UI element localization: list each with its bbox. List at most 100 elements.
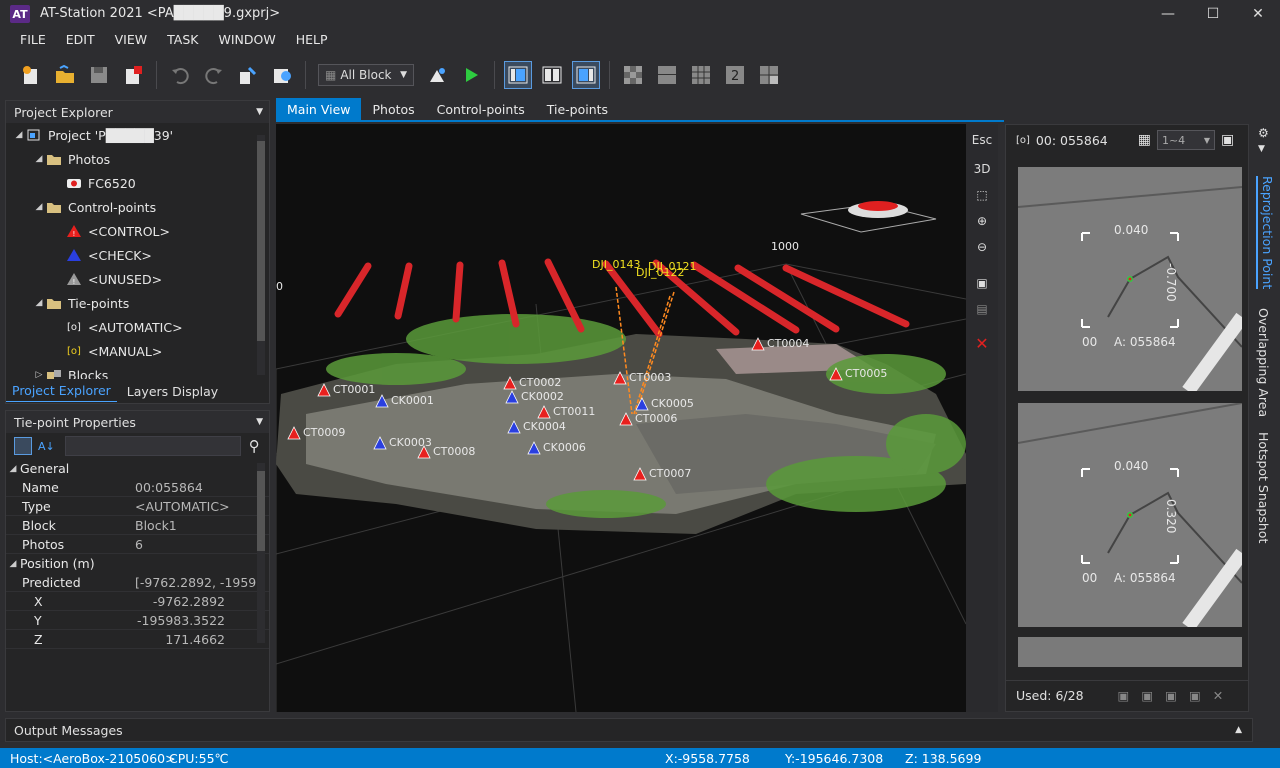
prop-row[interactable]: Z 171.4662 xyxy=(6,630,269,649)
tab-main-view[interactable]: Main View xyxy=(276,98,362,120)
menu-file[interactable]: FILE xyxy=(10,28,56,52)
add-tiepoint-icon[interactable]: ▣ xyxy=(966,270,998,296)
delete-icon[interactable]: ✕ xyxy=(966,330,998,356)
tree-item[interactable]: [o] <MANUAL> xyxy=(6,339,269,363)
3d-viewport[interactable]: 1000 0 DJI_0143 DJI_0121 DJI_0122 CT0001… xyxy=(276,124,966,712)
aerotriangulation-icon[interactable] xyxy=(423,61,451,89)
chevron-up-icon[interactable]: ▲ xyxy=(1235,725,1242,735)
reject-point-icon[interactable]: ▣ xyxy=(1141,688,1165,703)
tree-item[interactable]: ◢ Tie-points xyxy=(6,291,269,315)
layout-right-panel-button[interactable] xyxy=(572,61,600,89)
photo-label[interactable]: DJI_0122 xyxy=(636,266,684,279)
menu-help[interactable]: HELP xyxy=(286,28,338,52)
expanded-arrow-icon[interactable]: ◢ xyxy=(32,298,46,308)
category-general[interactable]: ◢ General xyxy=(6,459,269,478)
photo-thumbnail[interactable]: 0.040 0.320 00 A: 055864 xyxy=(1018,403,1242,627)
tree-item[interactable]: ◢ Control-points xyxy=(6,195,269,219)
collapsed-arrow-icon[interactable]: ▷ xyxy=(32,370,46,379)
tree-item[interactable]: ◢ Photos xyxy=(6,147,269,171)
tab-overlapping-area[interactable]: Overlapping Area xyxy=(1256,308,1271,417)
minimize-icon[interactable]: — xyxy=(1153,4,1183,24)
layout-split-button[interactable] xyxy=(538,61,566,89)
close-icon[interactable]: ✕ xyxy=(1243,4,1273,24)
tab-reprojection-point[interactable]: Reprojection Point xyxy=(1256,176,1275,290)
prop-value: 00:055864 xyxy=(135,479,203,495)
tab-project-explorer[interactable]: Project Explorer xyxy=(6,381,117,402)
layout-left-panel-button[interactable] xyxy=(504,61,532,89)
menu-task[interactable]: TASK xyxy=(157,28,208,52)
new-project-icon[interactable] xyxy=(17,61,45,89)
select-tiepoint-icon[interactable]: ▤ xyxy=(966,296,998,322)
tree-item[interactable]: ! <UNUSED> xyxy=(6,267,269,291)
tree-item[interactable]: ◢ Project 'P█████39' xyxy=(6,123,269,147)
checker-icon[interactable] xyxy=(619,61,647,89)
categorized-icon[interactable] xyxy=(14,437,32,455)
tree-item[interactable]: ▷ Blocks xyxy=(6,363,269,379)
grid-mix-icon[interactable] xyxy=(755,61,783,89)
tab-control-points[interactable]: Control-points xyxy=(426,98,536,120)
expanded-arrow-icon[interactable]: ◢ xyxy=(32,154,46,164)
tree-item[interactable]: <CHECK> xyxy=(6,243,269,267)
block-select[interactable]: ▦ All Block ▼ xyxy=(318,64,414,86)
status-host: Host:<AeroBox-2105060> xyxy=(10,751,176,766)
prop-row[interactable]: X -9762.2892 xyxy=(6,592,269,611)
photo-thumbnail[interactable] xyxy=(1018,637,1242,667)
tree-scrollbar[interactable] xyxy=(257,135,265,375)
properties-scrollbar[interactable] xyxy=(257,463,265,643)
tab-tie-points[interactable]: Tie-points xyxy=(536,98,619,120)
gear-icon[interactable]: ⚙ xyxy=(1258,126,1269,140)
image-settings-icon[interactable]: ▣ xyxy=(1221,132,1234,148)
move-point-icon[interactable]: ▣ xyxy=(1165,688,1189,703)
tab-photos[interactable]: Photos xyxy=(361,98,425,120)
esc-button[interactable]: Esc xyxy=(966,124,998,156)
open-project-icon[interactable] xyxy=(51,61,79,89)
chevron-down-icon[interactable]: ▼ xyxy=(1258,144,1265,154)
zoom-out-icon[interactable]: ⊖ xyxy=(966,234,998,260)
grid-2-icon[interactable]: 2 xyxy=(721,61,749,89)
grid-4-icon[interactable] xyxy=(687,61,715,89)
redo-icon[interactable] xyxy=(200,61,228,89)
save-icon[interactable] xyxy=(85,61,113,89)
tiepoint-tool-icon[interactable] xyxy=(234,61,262,89)
3d-button[interactable]: 3D xyxy=(966,156,998,182)
menu-edit[interactable]: EDIT xyxy=(56,28,105,52)
settings-icon[interactable] xyxy=(268,61,296,89)
fit-view-icon[interactable]: ⬚ xyxy=(966,182,998,208)
prop-row[interactable]: Block Block1 xyxy=(6,516,269,535)
tab-layers-display[interactable]: Layers Display xyxy=(121,382,224,402)
remove-point-icon[interactable]: ✕ xyxy=(1213,688,1235,703)
maximize-icon[interactable]: ☐ xyxy=(1198,4,1228,24)
tree-item[interactable]: ! <CONTROL> xyxy=(6,219,269,243)
tree-item[interactable]: [o] <AUTOMATIC> xyxy=(6,315,269,339)
menu-window[interactable]: WINDOW xyxy=(208,28,285,52)
zoom-in-icon[interactable]: ⊕ xyxy=(966,208,998,234)
prop-row[interactable]: Photos 6 xyxy=(6,535,269,554)
category-position[interactable]: ◢ Position (m) xyxy=(6,554,269,573)
range-select[interactable]: 1~4 ▼ xyxy=(1156,130,1215,150)
add-point-icon[interactable]: ▣ xyxy=(1189,688,1213,703)
axis-label-1000: 1000 xyxy=(771,240,799,253)
prop-row[interactable]: Type <AUTOMATIC> xyxy=(6,497,269,516)
property-search-input[interactable] xyxy=(64,436,241,456)
photo-label[interactable]: DJI_0143 xyxy=(592,258,640,271)
chevron-down-icon[interactable]: ▼ xyxy=(256,417,263,427)
search-icon[interactable]: ⚲ xyxy=(249,437,260,455)
prop-row[interactable]: Name 00:055864 xyxy=(6,478,269,497)
close-project-icon[interactable] xyxy=(119,61,147,89)
point-label: CK0004 xyxy=(523,420,566,433)
tree-item[interactable]: FC6520 xyxy=(6,171,269,195)
accept-point-icon[interactable]: ▣ xyxy=(1118,688,1142,703)
photo-thumbnail[interactable]: 0.040 -0.700 00 A: 055864 xyxy=(1018,167,1242,391)
grid-1-icon[interactable] xyxy=(653,61,681,89)
chevron-down-icon[interactable]: ▼ xyxy=(256,107,263,117)
tab-hotspot-snapshot[interactable]: Hotspot Snapshot xyxy=(1256,432,1271,543)
undo-icon[interactable] xyxy=(166,61,194,89)
prop-row[interactable]: Y -195983.3522 xyxy=(6,611,269,630)
output-messages-panel[interactable]: Output Messages ▲ xyxy=(5,718,1253,742)
grid-view-icon[interactable]: ▦ xyxy=(1138,132,1151,148)
expanded-arrow-icon[interactable]: ◢ xyxy=(32,202,46,212)
menu-view[interactable]: VIEW xyxy=(105,28,158,52)
expanded-arrow-icon[interactable]: ◢ xyxy=(12,130,26,140)
sort-alpha-icon[interactable]: A↓ xyxy=(38,440,55,453)
run-icon[interactable] xyxy=(457,61,485,89)
